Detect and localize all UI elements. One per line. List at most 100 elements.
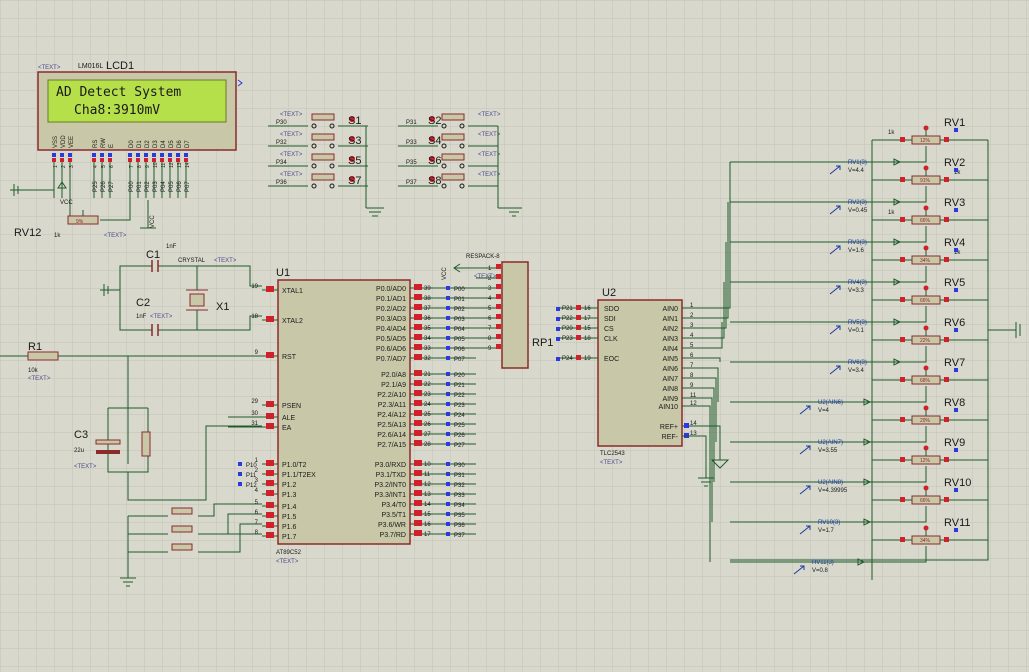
pot-pin-marker: [944, 217, 949, 222]
u1-net-label: P26: [454, 433, 465, 439]
u1-pin-marker: [414, 334, 422, 340]
lcd-pin-name: D1: [137, 140, 143, 148]
pot-pin-marker: [944, 137, 949, 142]
pot-wiper-icon: [923, 285, 929, 291]
u1-pin-marker: [414, 294, 422, 300]
u1-net-marker: [446, 422, 450, 426]
pot-value-label: 1k: [888, 210, 895, 216]
r1-text-tag: <TEXT>: [28, 376, 51, 382]
probe-name: U2(AIN6): [818, 400, 843, 406]
u2-pin-name: AIN0: [662, 306, 678, 313]
switch-s8[interactable]: [441, 173, 465, 181]
p1-switch-2[interactable]: [171, 525, 193, 533]
u1-pin-marker: [414, 370, 422, 376]
probe-value: V=3.3: [848, 288, 865, 294]
u1-ref-label: U1: [276, 267, 290, 279]
u1-pin-name: P0.7/AD7: [376, 356, 406, 363]
lcd-line-1: AD Detect System: [56, 85, 181, 100]
switch-text-tag: <TEXT>: [478, 132, 501, 138]
rp1-pin-marker: [496, 264, 501, 269]
pot-percent-label: 29%: [920, 418, 931, 424]
svg-text:9%: 9%: [76, 219, 84, 225]
u1-pin-number: 29: [251, 399, 258, 405]
u1-pin-number: 31: [251, 421, 258, 427]
u1-pin-number: 25: [424, 412, 431, 418]
switch-net-label: P30: [276, 120, 287, 126]
u1-pin-name: P2.7/A15: [377, 442, 406, 449]
lcd-pin-marker: [100, 158, 104, 162]
lcd-pin-marker: [176, 158, 180, 162]
switch-s5[interactable]: [311, 153, 335, 161]
u1-pin-name: P0.2/AD2: [376, 306, 406, 313]
lcd-pin-name: VDD: [61, 135, 67, 148]
u1-pin-name: EA: [282, 425, 292, 432]
switch-s1[interactable]: [311, 113, 335, 121]
u1-net-marker: [446, 286, 450, 290]
r1-ref-label: R1: [28, 341, 42, 353]
lcd-pin-name: RS: [93, 140, 99, 148]
probe-value: V=1.6: [848, 248, 865, 254]
r1-resistor[interactable]: [27, 351, 59, 361]
u1-net-marker: [446, 482, 450, 486]
switch-text-tag: <TEXT>: [280, 172, 303, 178]
u1-pin-name: P3.0/RXD: [375, 462, 406, 469]
probe-name: RV5(3): [848, 320, 867, 326]
switch-text-tag: <TEXT>: [280, 152, 303, 158]
u1-pin-number: 17: [424, 532, 431, 538]
u1-net-marker: [446, 492, 450, 496]
reset-button[interactable]: [141, 431, 151, 457]
switch-s4[interactable]: [441, 133, 465, 141]
switch-net-label: P37: [406, 180, 417, 186]
probe-value: V=4: [818, 408, 830, 414]
lcd-pin-marker: [184, 153, 188, 157]
u2-net-marker: [556, 327, 560, 331]
u2-pin-marker: [684, 423, 689, 428]
u1-pin-name: P1.0/T2: [282, 462, 307, 469]
u1-pin-marker: [414, 530, 422, 536]
u1-pin-number: 33: [424, 346, 431, 352]
r1-value-label: 10k: [28, 368, 39, 374]
lcd-line-2: Cha8:3910mV: [74, 103, 160, 118]
u1-pin-marker: [414, 304, 422, 310]
u1-pin-marker: [266, 480, 274, 486]
pot-blue-marker: [954, 408, 958, 412]
switch-net-label: P35: [406, 160, 417, 166]
pot-pin-marker: [900, 177, 905, 182]
lcd-pin-marker: [60, 158, 64, 162]
switch-ref-label: S4: [428, 135, 441, 147]
probe-name: RV2(3): [848, 200, 867, 206]
pot-wiper-icon: [923, 445, 929, 451]
u1-pin-marker: [414, 460, 422, 466]
pot-pin-marker: [944, 497, 949, 502]
probe-name: U2(AIN8): [818, 480, 843, 486]
u2-pin-marker: [576, 335, 581, 340]
switch-s6[interactable]: [441, 153, 465, 161]
u2-text-tag: <TEXT>: [600, 460, 623, 466]
pot-wiper-icon: [923, 125, 929, 131]
u2-pin-name: AIN9: [662, 396, 678, 403]
u1-pin-name: XTAL2: [282, 318, 303, 325]
pot-percent-label: 66%: [920, 218, 931, 224]
lcd-pin-name: E: [109, 144, 115, 148]
u1-pin-marker: [414, 490, 422, 496]
u1-pin-number: 34: [424, 336, 431, 342]
pot-ref-label: RV9: [944, 437, 965, 449]
lcd-pin-marker: [184, 158, 188, 162]
probe-value: V=3.55: [818, 448, 838, 454]
lcd-pin-marker: [108, 158, 112, 162]
p1-switch-1[interactable]: [171, 507, 193, 515]
lcd-model-label: LM016L: [78, 63, 103, 70]
u1-net-label: P23: [454, 403, 465, 409]
u2-pin-number: 18: [584, 336, 591, 342]
u1-pin-marker: [266, 522, 274, 528]
p1-switch-3[interactable]: [171, 543, 193, 551]
switch-s3[interactable]: [311, 133, 335, 141]
switch-text-tag: <TEXT>: [478, 152, 501, 158]
u1-pin-marker: [266, 512, 274, 518]
switch-s2[interactable]: [441, 113, 465, 121]
u2-pin-name: CLK: [604, 336, 618, 343]
switch-ref-label: S5: [348, 155, 361, 167]
u1-net-label: P36: [454, 523, 465, 529]
c2-text-tag: <TEXT>: [150, 314, 173, 320]
switch-s7[interactable]: [311, 173, 335, 181]
